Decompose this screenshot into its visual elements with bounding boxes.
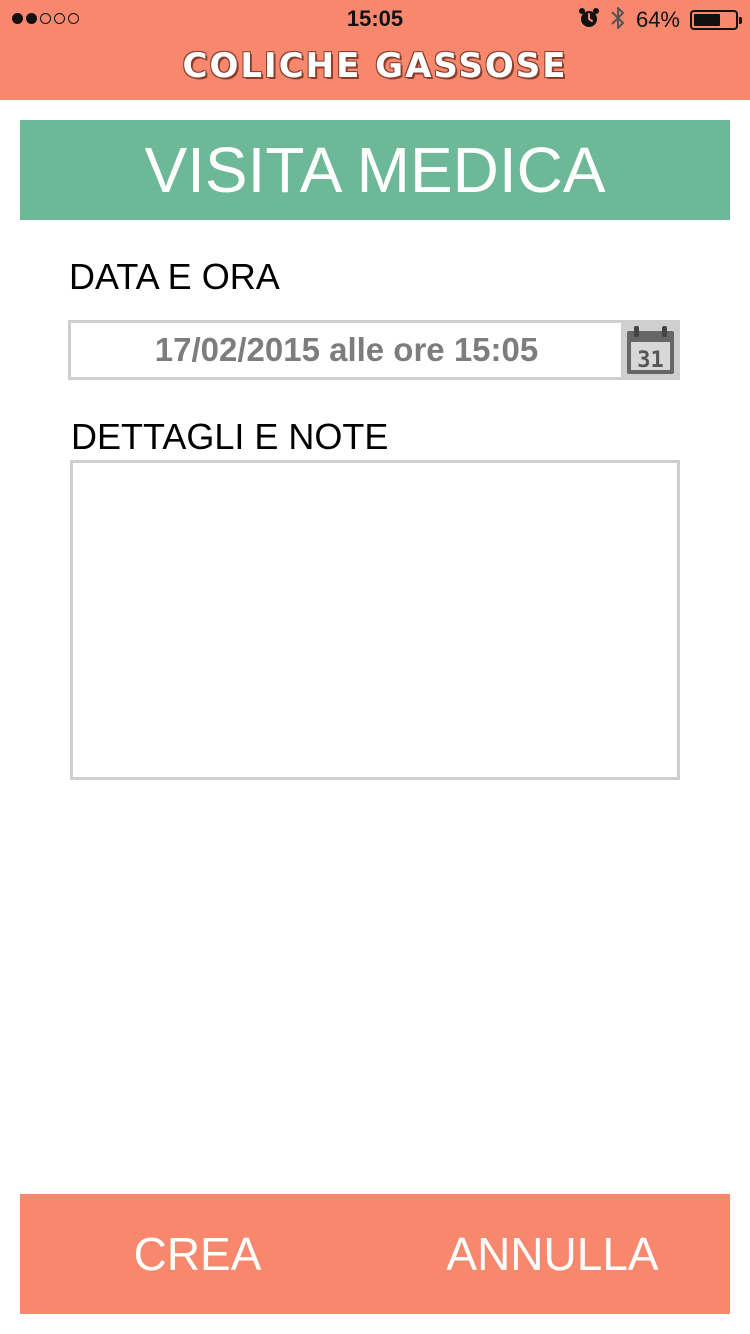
battery-percentage: 64% — [635, 7, 680, 32]
status-bar: 15:05 64% — [0, 0, 750, 40]
bluetooth-icon — [610, 5, 626, 36]
notes-label: DETTAGLI E NOTE — [71, 416, 389, 457]
section-banner: VISITA MEDICA — [20, 120, 730, 220]
calendar-button[interactable]: 31 — [621, 323, 677, 377]
page-title: VISITA MEDICA — [144, 134, 606, 206]
calendar-day-number: 31 — [637, 348, 664, 373]
date-time-label: DATA E ORA — [69, 256, 280, 297]
action-bar: CREA ANNULLA — [20, 1194, 730, 1314]
battery-fill — [694, 14, 720, 26]
battery-tip — [739, 17, 742, 24]
create-button[interactable]: CREA — [20, 1194, 375, 1314]
date-time-field[interactable]: 17/02/2015 alle ore 15:05 31 — [68, 320, 680, 380]
status-indicators: 64% — [578, 5, 742, 36]
alarm-clock-icon — [578, 7, 600, 34]
calendar-icon: 31 — [627, 326, 674, 374]
date-time-value[interactable]: 17/02/2015 alle ore 15:05 — [71, 323, 622, 377]
app-title: COLICHE GASSOSE — [182, 46, 568, 86]
battery-icon — [690, 10, 742, 30]
notes-textarea[interactable] — [70, 460, 680, 780]
app-header: 15:05 64% COLICHE GASSOSE — [0, 0, 750, 100]
cancel-button[interactable]: ANNULLA — [375, 1194, 730, 1314]
